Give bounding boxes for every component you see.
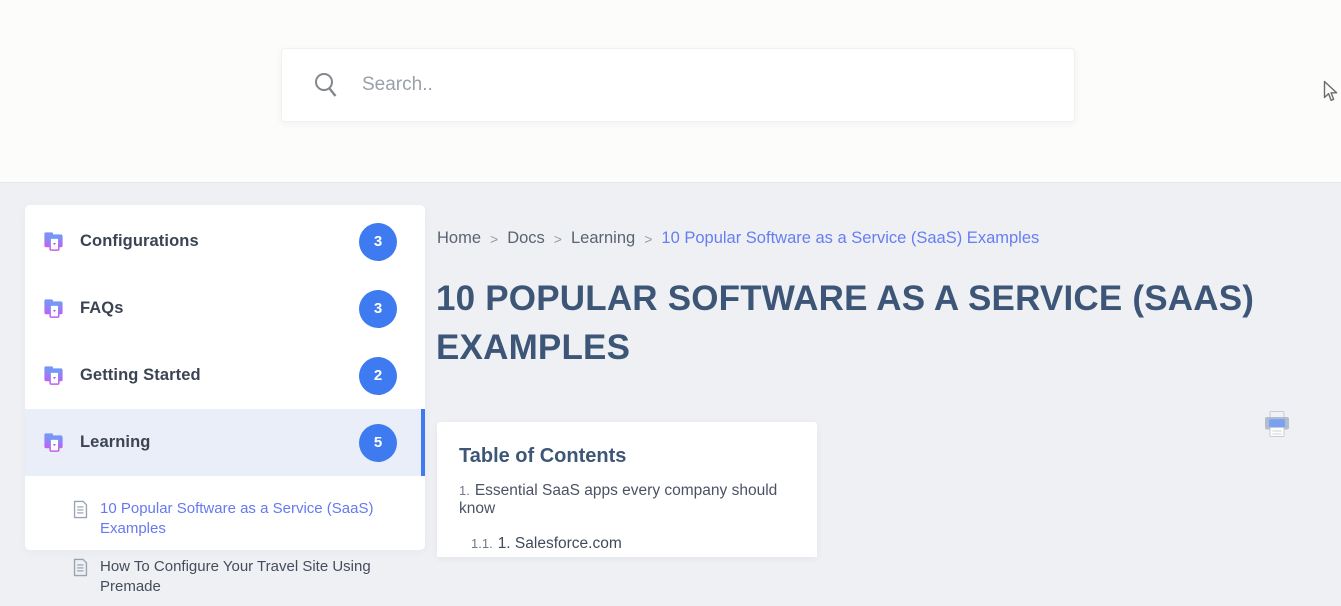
article-label: How To Configure Your Travel Site Using …	[100, 557, 405, 597]
sidebar-article-saas-examples[interactable]: 10 Popular Software as a Service (SaaS) …	[25, 490, 425, 548]
count-badge: 3	[359, 290, 397, 328]
category-label: FAQs	[80, 299, 124, 318]
table-of-contents-card: Table of Contents 1.Essential SaaS apps …	[437, 422, 817, 557]
category-label: Getting Started	[80, 366, 201, 385]
toc-number: 1.1.	[471, 536, 493, 551]
count-badge: 2	[359, 357, 397, 395]
breadcrumb: Home > Docs > Learning > 10 Popular Soft…	[437, 229, 1039, 248]
search-icon	[312, 71, 340, 99]
article-list: 10 Popular Software as a Service (SaaS) …	[25, 476, 425, 606]
breadcrumb-separator: >	[490, 231, 498, 247]
category-label: Configurations	[80, 232, 199, 251]
breadcrumb-item-learning[interactable]: Learning	[571, 229, 635, 248]
search-input[interactable]	[362, 74, 1050, 96]
toc-label: Essential SaaS apps every company should…	[459, 482, 777, 517]
sidebar-item-getting-started[interactable]: Getting Started 2	[25, 342, 425, 409]
mouse-cursor	[1323, 80, 1340, 103]
breadcrumb-item-current: 10 Popular Software as a Service (SaaS) …	[661, 229, 1039, 248]
breadcrumb-separator: >	[554, 231, 562, 247]
document-icon	[72, 558, 89, 577]
count-badge: 5	[359, 424, 397, 462]
toc-item[interactable]: 1.Essential SaaS apps every company shou…	[459, 482, 797, 518]
document-icon	[72, 500, 89, 519]
folder-docs-icon	[42, 431, 65, 454]
folder-docs-icon	[42, 297, 65, 320]
sidebar-item-faqs[interactable]: FAQs 3	[25, 275, 425, 342]
count-badge: 3	[359, 223, 397, 261]
toc-number: 1.	[459, 483, 470, 498]
folder-docs-icon	[42, 364, 65, 387]
sidebar-item-learning[interactable]: Learning 5	[25, 409, 425, 476]
toc-label: 1. Salesforce.com	[498, 535, 622, 552]
search-bar[interactable]	[281, 48, 1075, 122]
article-label: 10 Popular Software as a Service (SaaS) …	[100, 499, 405, 539]
toc-title: Table of Contents	[459, 445, 797, 468]
sidebar-article-travel-site[interactable]: How To Configure Your Travel Site Using …	[25, 548, 425, 606]
print-button[interactable]	[1261, 408, 1293, 440]
sidebar-card: Configurations 3 FAQs 3 Getting Started …	[25, 205, 425, 550]
breadcrumb-separator: >	[644, 231, 652, 247]
category-label: Learning	[80, 433, 150, 452]
printer-icon	[1262, 410, 1292, 439]
folder-docs-icon	[42, 230, 65, 253]
breadcrumb-item-home[interactable]: Home	[437, 229, 481, 248]
page-title: 10 POPULAR SOFTWARE AS A SERVICE (SAAS) …	[436, 274, 1271, 372]
toc-item[interactable]: 1.1. 1. Salesforce.com	[459, 535, 797, 553]
sidebar-item-configurations[interactable]: Configurations 3	[25, 208, 425, 275]
breadcrumb-item-docs[interactable]: Docs	[507, 229, 545, 248]
